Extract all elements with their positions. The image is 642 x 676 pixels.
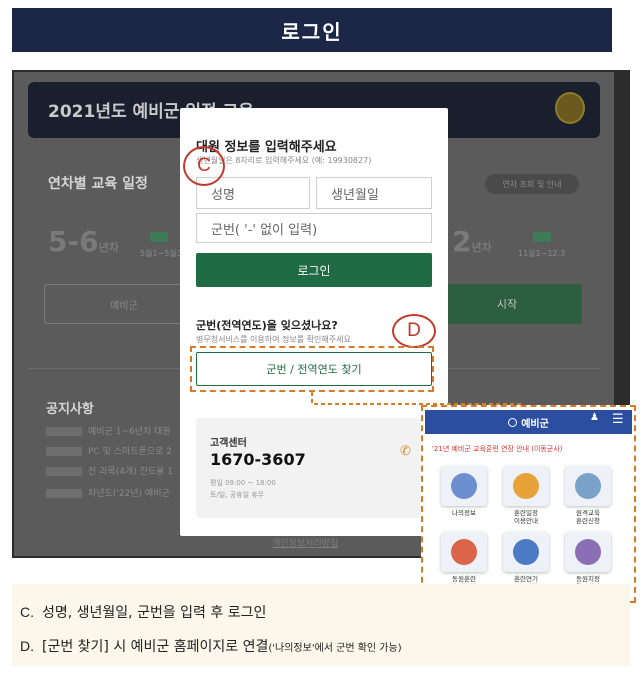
schedule-big-right: 2년차 — [452, 225, 492, 258]
schedule-big-left: 5-6년차 — [48, 225, 119, 258]
schedule-title: 연차별 교육 일정 — [48, 176, 148, 192]
schedule-big-left-unit: 년차 — [98, 241, 119, 254]
schedule-big-right-unit: 년차 — [471, 241, 492, 254]
note-c: C. 성명, 생년월일, 군번을 입력 후 로그인 — [20, 602, 266, 622]
mail-icon — [513, 539, 539, 565]
group-icon — [575, 539, 601, 565]
marker-d: D — [392, 314, 436, 348]
customer-center-holidays: 토/일, 공휴일 휴무 — [210, 491, 265, 499]
note-d-prefix: D. — [20, 638, 34, 654]
notice-item[interactable]: 전 과목(4개) 진도율 1 — [46, 464, 186, 478]
notice-title: 공지사항 — [46, 402, 94, 417]
schedule-big-left-value: 5-6 — [48, 225, 99, 258]
schedule-dates-right: 11월1~12.3 — [518, 249, 566, 258]
presenter-icon — [575, 473, 601, 499]
login-button[interactable]: 로그인 — [196, 253, 432, 287]
notice-text: 차년도('22년) 예비군 — [88, 489, 170, 499]
schedule-pill[interactable]: 연차 조회 및 안내 — [485, 174, 579, 194]
notice-text: 예비군 1~6년차 대원 — [88, 427, 171, 437]
notice-tag — [46, 489, 82, 498]
inset-topbar: 예비군 — [425, 410, 632, 434]
inset-menu-tile[interactable] — [503, 532, 549, 572]
inset-notice[interactable]: '21년 예비군 교육훈련 연장 안내 (이동군사) — [432, 444, 562, 454]
find-service-number-button[interactable]: 군번 / 전역연도 찾기 — [196, 352, 432, 386]
background-button-right[interactable]: 시작 — [432, 284, 582, 324]
note-d: D. [군번 찾기] 시 예비군 홈페이지로 연결('나의정보'에서 군번 확인 … — [20, 636, 402, 656]
customer-center-title: 고객센터 — [210, 438, 247, 449]
notice-item[interactable]: 차년도('22년) 예비군 — [46, 486, 186, 500]
privacy-link[interactable]: 개인정보처리방침 — [272, 536, 338, 549]
notice-tag — [46, 427, 82, 436]
inset-menu-label: 원격교육 훈련신청 — [576, 509, 600, 525]
birthdate-field[interactable]: 생년월일 — [316, 177, 432, 209]
schedule-big-right-value: 2 — [452, 225, 472, 258]
schedule-tag-right — [533, 232, 551, 242]
service-number-field[interactable]: 군번( '-' 없이 입력) — [196, 213, 432, 243]
inset-logo-icon — [508, 417, 518, 427]
forgot-title: 군번(전역연도)을 잊으셨나요? — [196, 319, 338, 332]
inset-brand: 예비군 — [521, 418, 549, 430]
schedule-icon — [451, 539, 477, 565]
note-c-prefix: C. — [20, 604, 34, 620]
person-icon — [451, 473, 477, 499]
forgot-hint: 병무청서비스를 이용하여 정보를 확인해주세요 — [196, 335, 351, 344]
page-title-banner: 로그인 — [12, 8, 612, 52]
customer-center-hours: 평일 09:00 ~ 18:00 — [210, 479, 276, 487]
inset-menu-label: 훈련일정 이용안내 — [514, 509, 538, 525]
notice-text: PC 및 스마트폰으로 2 — [88, 447, 172, 457]
notice-tag — [46, 447, 82, 456]
note-c-text: 성명, 생년월일, 군번을 입력 후 로그인 — [42, 605, 267, 621]
menu-icon[interactable]: ☰ — [612, 412, 624, 427]
inset-menu-tile[interactable] — [565, 532, 611, 572]
inset-menu-tile[interactable] — [565, 466, 611, 506]
notice-item[interactable]: PC 및 스마트폰으로 2 — [46, 444, 186, 458]
inset-menu-tile[interactable] — [441, 466, 487, 506]
note-d-small: ('나의정보'에서 군번 확인 가능) — [268, 643, 402, 654]
emblem-icon — [555, 92, 585, 124]
inset-menu-label: 나의정보 — [452, 509, 476, 517]
schedule-tag-left — [150, 232, 168, 242]
customer-center-phone: 1670-3607 — [210, 450, 306, 469]
note-d-text: [군번 찾기] 시 예비군 홈페이지로 연결 — [42, 639, 269, 655]
page-title: 로그인 — [281, 19, 343, 44]
notice-item[interactable]: 예비군 1~6년차 대원 — [46, 424, 186, 438]
marker-c: C — [183, 146, 225, 186]
notice-tag — [46, 467, 82, 476]
inset-menu-tile[interactable] — [441, 532, 487, 572]
notice-text: 전 과목(4개) 진도율 1 — [88, 467, 174, 477]
user-icon[interactable]: ♟ — [590, 412, 599, 423]
inset-menu-tile[interactable] — [503, 466, 549, 506]
phone-icon[interactable]: ✆ — [400, 444, 411, 459]
calendar-icon — [513, 473, 539, 499]
